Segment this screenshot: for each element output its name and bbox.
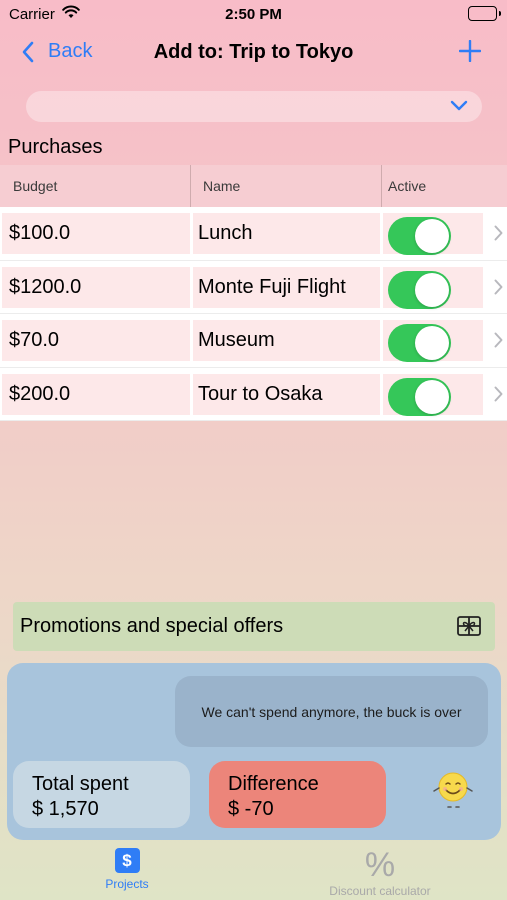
tab-discount-calculator[interactable]: % Discount calculator	[300, 848, 460, 898]
budget-cell: $70.0	[2, 320, 190, 361]
table-row[interactable]: $1200.0 Monte Fuji Flight	[0, 261, 507, 314]
add-button[interactable]	[458, 39, 482, 67]
total-spent-label: Total spent	[32, 773, 129, 795]
table-row[interactable]: $200.0 Tour to Osaka	[0, 368, 507, 421]
chevron-right-icon	[494, 386, 503, 401]
purchases-list: $100.0 Lunch $1200.0 Monte Fuji Flight $…	[0, 207, 507, 421]
active-cell	[383, 213, 483, 255]
header-budget: Budget	[0, 165, 191, 207]
promotions-label: Promotions and special offers	[20, 615, 284, 637]
status-time: 2:50 PM	[225, 6, 282, 23]
chevron-right-icon	[494, 225, 503, 241]
percent-icon: %	[364, 846, 396, 884]
active-toggle[interactable]	[388, 270, 451, 309]
tab-projects[interactable]: $ Projects	[87, 848, 167, 891]
plus-icon	[458, 39, 482, 63]
total-spent-value: $ 1,570	[32, 798, 99, 820]
active-toggle[interactable]	[388, 324, 451, 362]
chevron-down-icon	[450, 100, 468, 111]
budget-cell: $1200.0	[2, 266, 190, 308]
active-toggle[interactable]	[388, 377, 451, 416]
difference-box: Difference $ -70	[209, 761, 386, 828]
gift-icon	[457, 616, 481, 636]
tab-discount-label: Discount calculator	[329, 884, 431, 898]
total-spent-box: Total spent $ 1,570	[13, 761, 190, 828]
tab-projects-label: Projects	[105, 877, 149, 891]
name-cell: Museum	[193, 320, 380, 361]
message-bubble: We can't spend anymore, the buck is over	[175, 676, 488, 747]
active-cell	[383, 266, 483, 309]
table-row[interactable]: $70.0 Museum	[0, 314, 507, 368]
chevron-right-icon	[494, 279, 503, 294]
difference-label: Difference	[228, 773, 319, 795]
difference-value: $ -70	[228, 798, 274, 820]
summary-panel: We can't spend anymore, the buck is over…	[7, 663, 501, 840]
tab-bar: $ Projects % Discount calculator	[0, 843, 507, 900]
name-cell: Monte Fuji Flight	[193, 266, 380, 308]
table-row[interactable]: $100.0 Lunch	[0, 207, 507, 261]
page-title: Add to: Trip to Tokyo	[153, 41, 354, 63]
name-cell: Lunch	[193, 213, 380, 254]
active-cell	[383, 320, 483, 362]
navigation-bar: Back Add to: Trip to Tokyo	[0, 28, 507, 78]
status-bar: Carrier 2:50 PM	[0, 0, 507, 28]
chevron-right-icon	[494, 332, 503, 348]
active-cell	[383, 373, 483, 416]
table-header: Budget Name Active	[0, 165, 507, 207]
section-title: Purchases	[8, 136, 103, 158]
name-cell: Tour to Osaka	[193, 373, 380, 415]
header-active: Active	[388, 178, 427, 194]
promotions-button[interactable]: Promotions and special offers	[13, 602, 495, 651]
dollar-icon: $	[114, 848, 140, 873]
budget-cell: $100.0	[2, 213, 190, 254]
battery-icon	[468, 6, 501, 21]
project-dropdown[interactable]	[26, 91, 482, 122]
header-name: Name	[191, 165, 382, 207]
active-toggle[interactable]	[388, 217, 451, 255]
smiley-mascot-icon	[433, 772, 473, 808]
budget-cell: $200.0	[2, 373, 190, 415]
